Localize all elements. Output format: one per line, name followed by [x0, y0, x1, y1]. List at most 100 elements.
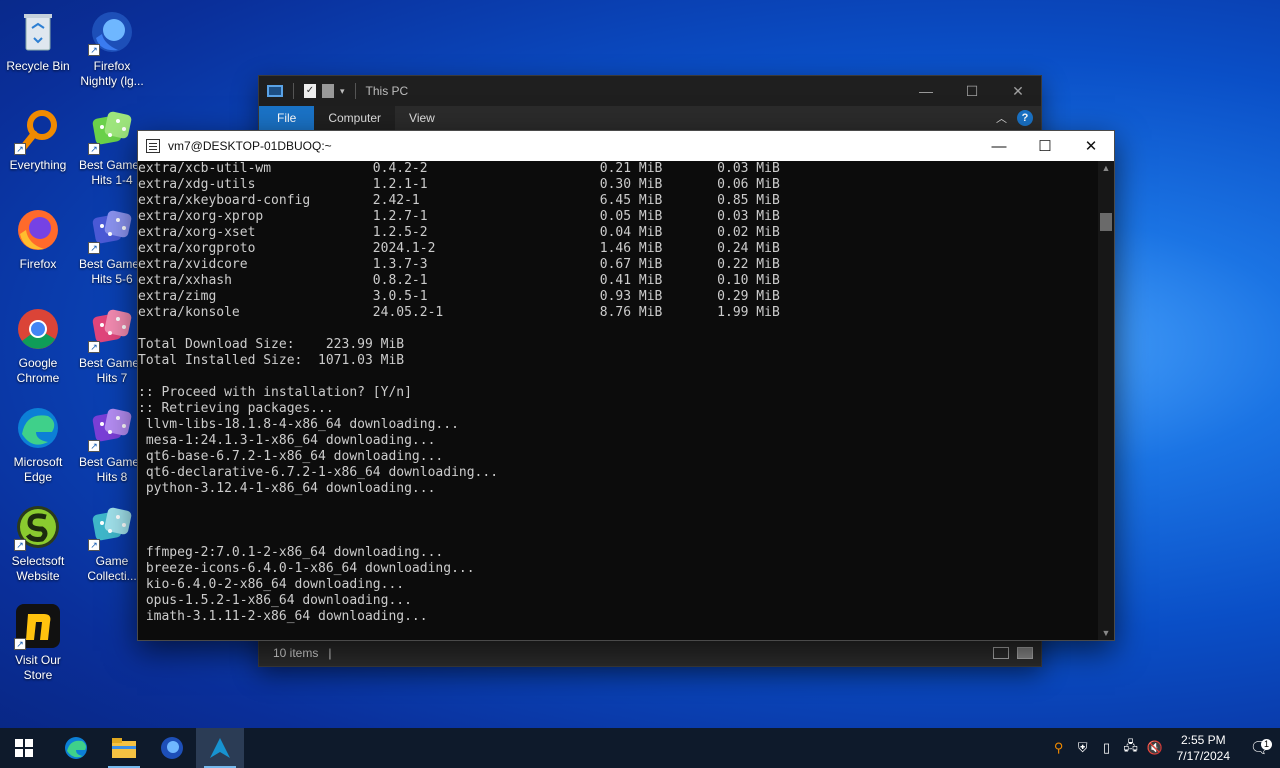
- shortcut-arrow-icon: ↗: [88, 44, 100, 56]
- desktop-icon-label: Everything: [9, 158, 67, 172]
- terminal-line: Total Installed Size: 1071.03 MiB: [138, 353, 405, 368]
- maximize-button[interactable]: ☐: [949, 76, 995, 106]
- desktop-icon-selectsoft-website[interactable]: ↗ Selectsoft Website: [0, 503, 76, 584]
- terminal-scrollbar[interactable]: ▲ ▼: [1098, 161, 1114, 640]
- taskbar: ⚲ ⛨ ▯ 🖧 🔇 2:55 PM 7/17/2024 🗨 1: [0, 728, 1280, 768]
- desktop-icon-firefox-nightly[interactable]: ↗ Firefox Nightly (lg...: [74, 8, 150, 89]
- shortcut-arrow-icon: ↗: [88, 440, 100, 452]
- terminal-window[interactable]: vm7@DESKTOP-01DBUOQ:~ — ☐ ✕ extra/xcb-ut…: [137, 130, 1115, 641]
- firefox-icon: [161, 737, 183, 759]
- shortcut-arrow-icon: ↗: [14, 539, 26, 551]
- dice-icon: ↗: [88, 107, 136, 155]
- help-icon[interactable]: ?: [1017, 110, 1033, 126]
- terminal-line: llvm-libs-18.1.8-4-x86_64 downloading...: [138, 417, 459, 432]
- desktop-icon-microsoft-edge[interactable]: Microsoft Edge: [0, 404, 76, 485]
- toolbar-separator: [354, 83, 356, 99]
- network-icon[interactable]: 🖧: [1119, 737, 1143, 759]
- desktop-icon-visit-our-store[interactable]: ↗ Visit Our Store: [0, 602, 76, 683]
- terminal-line: ffmpeg-2:7.0.1-2-x86_64 downloading...: [138, 545, 444, 560]
- recycle-bin-icon: [14, 8, 62, 56]
- terminal-title: vm7@DESKTOP-01DBUOQ:~: [168, 139, 332, 153]
- shortcut-arrow-icon: ↗: [88, 143, 100, 155]
- security-shield-icon[interactable]: ⛨: [1071, 740, 1095, 756]
- terminal-line: mesa-1:24.1.3-1-x86_64 downloading...: [138, 433, 436, 448]
- terminal-line: extra/xdg-utils 1.2.1-1 0.30 MiB 0.06 Mi…: [138, 177, 780, 192]
- start-icon: [15, 739, 33, 757]
- shortcut-arrow-icon: ↗: [88, 539, 100, 551]
- toolbar-separator: [293, 83, 294, 99]
- window-controls: — ☐ ✕: [903, 76, 1041, 106]
- selectsoft-icon: ↗: [14, 503, 62, 551]
- item-count: 10 items: [273, 646, 319, 660]
- terminal-line: extra/xkeyboard-config 2.42-1 6.45 MiB 0…: [138, 193, 780, 208]
- file-explorer-icon: [112, 738, 136, 758]
- this-pc-icon[interactable]: [267, 85, 283, 97]
- explorer-titlebar[interactable]: ✓ ▾ This PC — ☐ ✕: [259, 76, 1041, 106]
- close-button[interactable]: ✕: [1068, 131, 1114, 161]
- terminal-titlebar[interactable]: vm7@DESKTOP-01DBUOQ:~ — ☐ ✕: [138, 131, 1114, 161]
- desktop-icon-label: Microsoft Edge: [13, 455, 63, 484]
- expand-ribbon-icon[interactable]: ︿: [996, 110, 1007, 126]
- desktop-icon-label: Google Chrome: [16, 356, 60, 385]
- taskbar-edge[interactable]: [52, 728, 100, 768]
- shortcut-arrow-icon: ↗: [14, 143, 26, 155]
- notification-count: 1: [1261, 739, 1272, 750]
- terminal-line: extra/xorg-xprop 1.2.7-1 0.05 MiB 0.03 M…: [138, 209, 780, 224]
- dice-icon: ↗: [88, 206, 136, 254]
- terminal-line: breeze-icons-6.4.0-1-x86_64 downloading.…: [138, 561, 475, 576]
- taskbar-terminal[interactable]: [196, 728, 244, 768]
- ribbon-tabs: File Computer View ︿ ?: [259, 106, 1041, 130]
- desktop-icon-label: Firefox: [19, 257, 57, 271]
- tab-view[interactable]: View: [395, 106, 449, 130]
- scrollbar-thumb[interactable]: [1100, 213, 1112, 231]
- terminal-line: extra/zimg 3.0.5-1 0.93 MiB 0.29 MiB: [138, 289, 780, 304]
- action-center-button[interactable]: 🗨 1: [1240, 738, 1280, 758]
- arch-terminal-icon: [210, 738, 230, 758]
- everything-tray-icon[interactable]: ⚲: [1047, 740, 1071, 756]
- maximize-button[interactable]: ☐: [1022, 131, 1068, 161]
- terminal-line: extra/xorg-xset 1.2.5-2 0.04 MiB 0.02 Mi…: [138, 225, 780, 240]
- close-button[interactable]: ✕: [995, 76, 1041, 106]
- ribbon-right-controls: ︿ ?: [996, 110, 1041, 126]
- desktop-icon-label: Visit Our Store: [15, 653, 61, 682]
- taskbar-file-explorer[interactable]: [100, 728, 148, 768]
- properties-icon[interactable]: ✓: [304, 84, 316, 98]
- details-view-icon[interactable]: [993, 647, 1009, 659]
- terminal-line: qt6-declarative-6.7.2-1-x86_64 downloadi…: [138, 465, 499, 480]
- quick-access-toolbar: ✓ ▾: [267, 83, 360, 99]
- tab-computer[interactable]: Computer: [314, 106, 396, 130]
- taskbar-firefox[interactable]: [148, 728, 196, 768]
- terminal-window-controls: — ☐ ✕: [976, 131, 1114, 161]
- explorer-status-bar: 10 items |: [259, 640, 1041, 666]
- clock[interactable]: 2:55 PM 7/17/2024: [1167, 732, 1240, 764]
- scroll-up-icon[interactable]: ▲: [1098, 163, 1114, 173]
- start-button[interactable]: [0, 728, 48, 768]
- scroll-down-icon[interactable]: ▼: [1098, 628, 1114, 638]
- usb-device-icon[interactable]: ▯: [1095, 740, 1119, 756]
- desktop-icon-label: Recycle Bin: [6, 59, 70, 73]
- shortcut-arrow-icon: ↗: [88, 341, 100, 353]
- terminal-line: :: Proceed with installation? [Y/n]: [138, 385, 412, 400]
- minimize-button[interactable]: —: [976, 131, 1022, 161]
- terminal-line: extra/xxhash 0.8.2-1 0.41 MiB 0.10 MiB: [138, 273, 780, 288]
- volume-muted-icon[interactable]: 🔇: [1143, 740, 1167, 756]
- new-folder-icon[interactable]: [322, 84, 334, 98]
- edge-icon: [65, 737, 87, 759]
- terminal-line: :: Retrieving packages...: [138, 401, 334, 416]
- minimize-button[interactable]: —: [903, 76, 949, 106]
- desktop-icon-firefox[interactable]: Firefox: [0, 206, 76, 272]
- desktop-icon-recycle-bin[interactable]: Recycle Bin: [0, 8, 76, 74]
- tab-file[interactable]: File: [259, 106, 315, 130]
- large-icons-view-icon[interactable]: [1017, 647, 1033, 659]
- desktop-icon-everything[interactable]: ↗ Everything: [0, 107, 76, 173]
- desktop-icon-google-chrome[interactable]: Google Chrome: [0, 305, 76, 386]
- desktop-icon-label: Selectsoft Website: [11, 554, 65, 583]
- quick-access-dropdown-icon[interactable]: ▾: [340, 86, 345, 97]
- terminal-output[interactable]: extra/xcb-util-wm 0.4.2-2 0.21 MiB 0.03 …: [138, 161, 1098, 640]
- firefox-icon: [14, 206, 62, 254]
- terminal-line: extra/xvidcore 1.3.7-3 0.67 MiB 0.22 MiB: [138, 257, 780, 272]
